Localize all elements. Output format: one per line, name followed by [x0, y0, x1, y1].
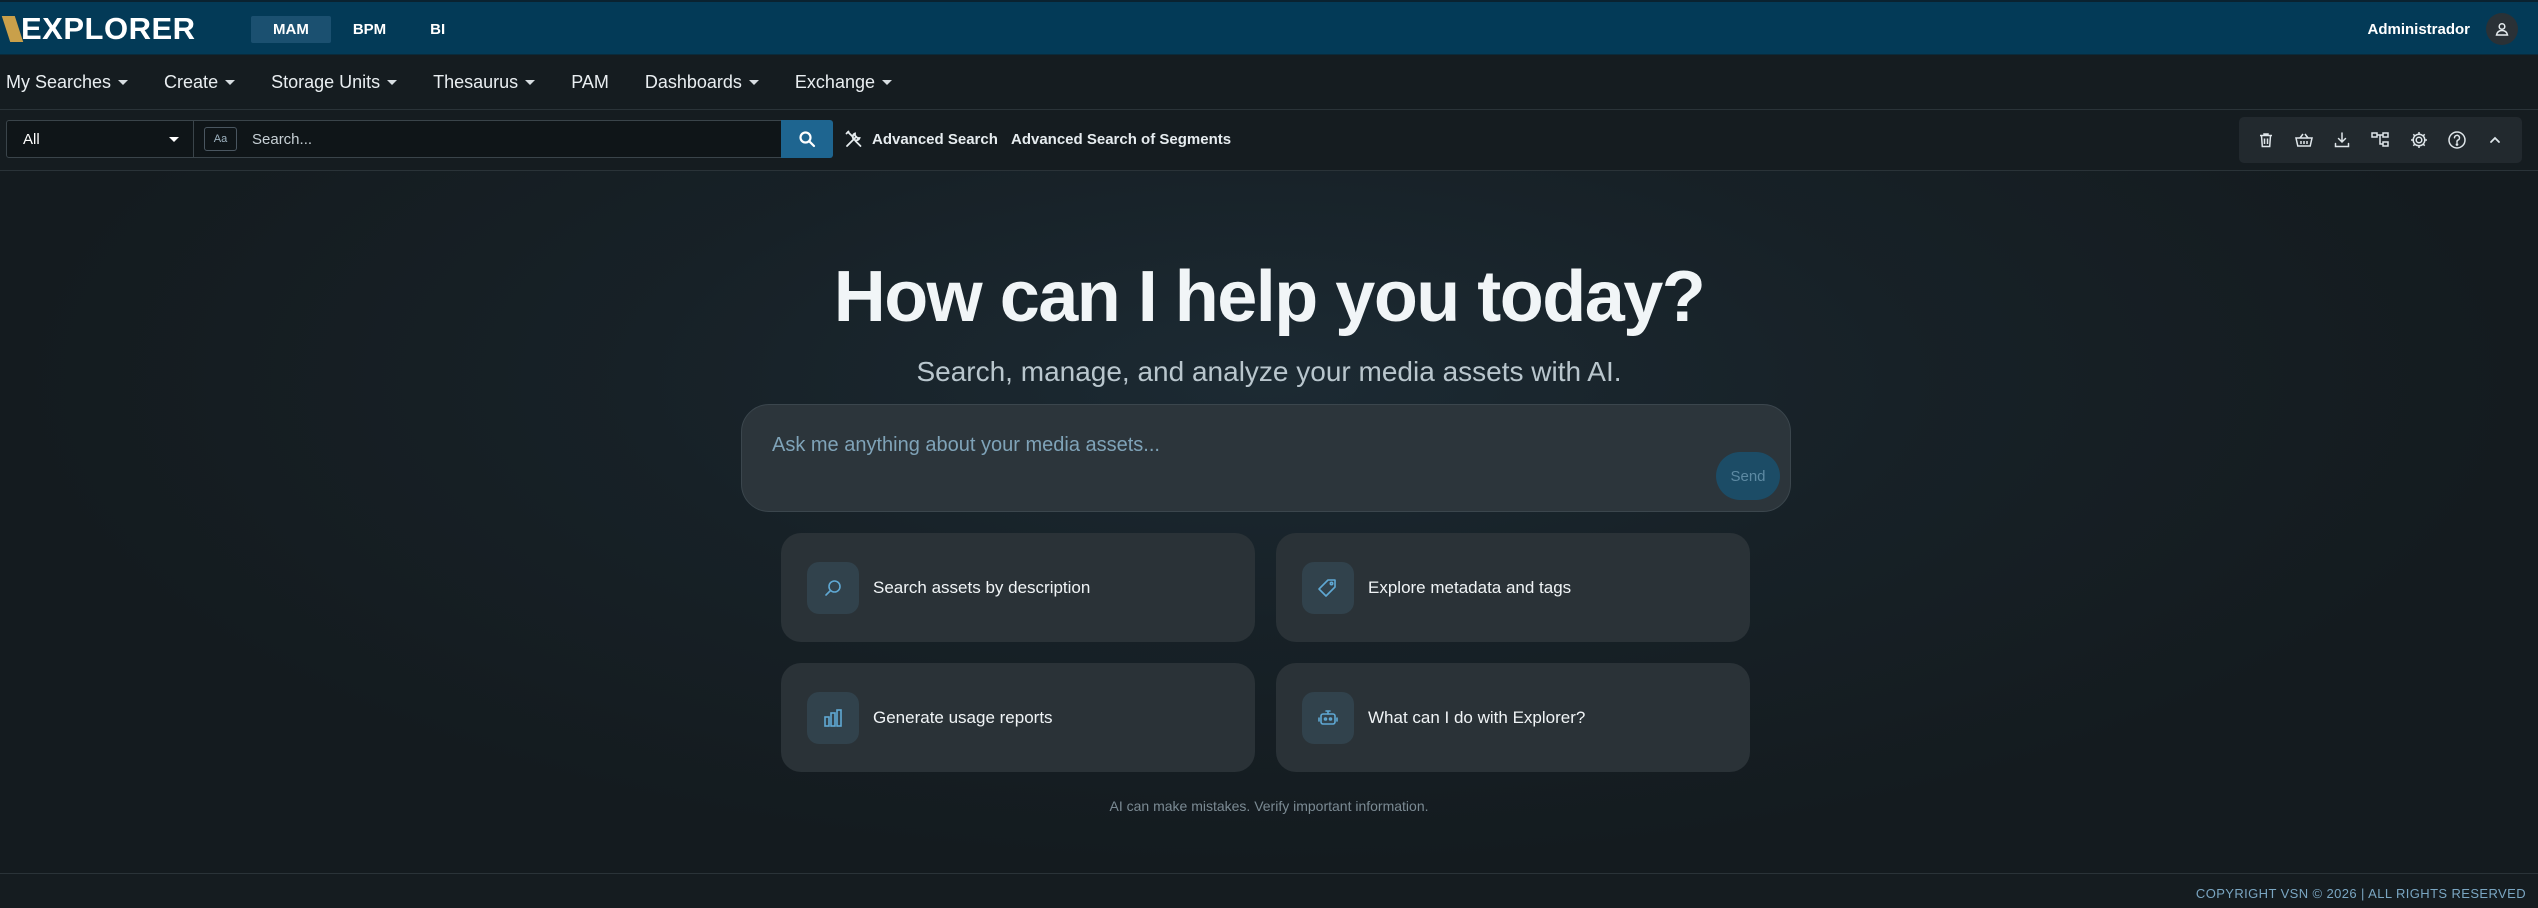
module-tab-bi[interactable]: BI	[408, 16, 467, 43]
module-switcher: MAM BPM BI	[251, 16, 467, 43]
menu-label: PAM	[571, 71, 609, 92]
logo-text: EXPLORER	[21, 11, 196, 46]
suggestion-search-assets[interactable]: Search assets by description	[781, 533, 1255, 642]
caret-down-icon	[881, 79, 892, 85]
menu-my-searches[interactable]: My Searches	[6, 71, 129, 93]
module-tab-mam[interactable]: MAM	[251, 16, 331, 43]
advanced-search-segments-label: Advanced Search of Segments	[1011, 130, 1232, 148]
menu-label: My Searches	[6, 71, 112, 92]
basket-icon[interactable]	[2292, 128, 2316, 152]
suggestion-label: What can I do with Explorer?	[1368, 707, 1586, 727]
menu-pam[interactable]: PAM	[571, 72, 609, 93]
tools-icon	[845, 130, 862, 147]
search-scope-select[interactable]: All	[6, 120, 194, 158]
user-icon	[2495, 22, 2509, 36]
chevron-up-icon[interactable]	[2483, 128, 2507, 152]
advanced-search-link[interactable]: Advanced Search	[844, 120, 998, 158]
search-button[interactable]	[781, 120, 833, 158]
user-area: Administrador	[2367, 13, 2518, 45]
caret-down-icon	[169, 136, 179, 142]
suggestion-what-can-i-do[interactable]: What can I do with Explorer?	[1276, 663, 1750, 772]
ai-disclaimer: AI can make mistakes. Verify important i…	[1109, 798, 1429, 814]
advanced-search-label: Advanced Search	[872, 130, 998, 148]
robot-icon	[1302, 691, 1354, 744]
caret-down-icon	[225, 79, 236, 85]
menu-create[interactable]: Create	[164, 71, 236, 93]
suggestion-label: Search assets by description	[873, 577, 1091, 597]
search-scope-value: All	[23, 130, 40, 148]
menu-label: Thesaurus	[433, 71, 519, 92]
menu-label: Dashboards	[644, 71, 742, 92]
search-icon	[799, 131, 816, 148]
logo-slash-icon	[1, 16, 24, 42]
caret-down-icon	[748, 79, 759, 85]
menu-thesaurus[interactable]: Thesaurus	[433, 71, 536, 93]
menu-storage-units[interactable]: Storage Units	[271, 71, 398, 93]
menu-label: Exchange	[794, 71, 875, 92]
explorer-logo[interactable]: EXPLORER	[1, 11, 196, 46]
caret-down-icon	[525, 79, 536, 85]
help-icon[interactable]	[2445, 128, 2469, 152]
toolbar-actions	[2239, 117, 2522, 163]
menu-label: Storage Units	[271, 71, 381, 92]
suggestion-explore-metadata[interactable]: Explore metadata and tags	[1276, 533, 1750, 642]
trash-icon[interactable]	[2254, 128, 2278, 152]
suggestion-usage-reports[interactable]: Generate usage reports	[781, 663, 1255, 772]
suggestion-label: Generate usage reports	[873, 707, 1053, 727]
assistant-panel: How can I help you today? Search, manage…	[0, 171, 2538, 873]
hierarchy-icon[interactable]	[2368, 128, 2392, 152]
main-menu: My Searches Create Storage Units Thesaur…	[0, 55, 2538, 110]
caret-down-icon	[387, 79, 398, 85]
search-bar: All Aa Advanced Search Advanced Search o…	[0, 110, 2538, 171]
avatar[interactable]	[2486, 13, 2518, 45]
match-case-toggle[interactable]: Aa	[204, 127, 237, 151]
user-name[interactable]: Administrador	[2367, 21, 2470, 38]
top-bar: EXPLORER MAM BPM BI Administrador	[0, 0, 2538, 55]
bar-chart-icon	[807, 691, 859, 744]
tag-icon	[1302, 561, 1354, 614]
search-field-wrapper: Aa	[194, 120, 782, 158]
page-title: How can I help you today?	[833, 257, 1706, 337]
advanced-search-segments-link[interactable]: Advanced Search of Segments	[1011, 120, 1231, 158]
menu-label: Create	[164, 71, 219, 92]
gear-icon[interactable]	[2407, 128, 2431, 152]
search-input[interactable]	[252, 124, 781, 154]
download-icon[interactable]	[2330, 128, 2354, 152]
caret-down-icon	[118, 79, 129, 85]
footer: COPYRIGHT VSN © 2026 | ALL RIGHTS RESERV…	[0, 873, 2538, 908]
chat-input[interactable]	[772, 427, 1732, 463]
page-subtitle: Search, manage, and analyze your media a…	[916, 356, 1622, 387]
chat-input-box: Send	[741, 404, 1791, 512]
menu-dashboards[interactable]: Dashboards	[645, 72, 759, 93]
copyright-text: COPYRIGHT VSN © 2026 | ALL RIGHTS RESERV…	[2195, 886, 2526, 901]
menu-exchange[interactable]: Exchange	[795, 72, 892, 93]
search-icon	[807, 561, 859, 614]
send-button[interactable]: Send	[1716, 452, 1780, 500]
suggestion-label: Explore metadata and tags	[1368, 577, 1572, 597]
module-tab-bpm[interactable]: BPM	[331, 16, 408, 43]
